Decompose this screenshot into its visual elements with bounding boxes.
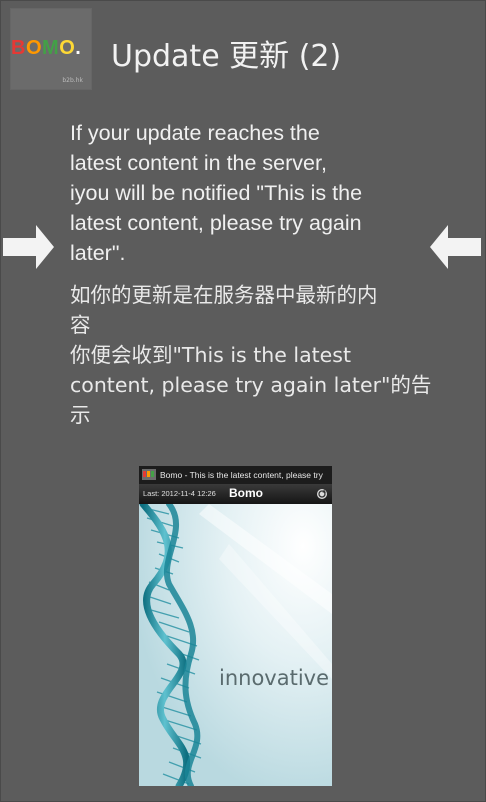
image-caption: innovative — [219, 666, 330, 690]
tutorial-page: BOMO. b2b.hk Update 更新 (2) If your updat… — [0, 0, 486, 802]
description-line: latest content, please try again — [70, 211, 362, 235]
description-line: 示 — [70, 403, 91, 427]
description-line: 容 — [70, 313, 91, 337]
description-chinese: 如你的更新是在服务器中最新的内 容 你便会收到"This is the late… — [70, 280, 440, 430]
refresh-icon — [317, 489, 327, 499]
logo-subtext: b2b.hk — [62, 77, 83, 84]
bomo-logo: BOMO. b2b.hk — [11, 9, 91, 89]
description-line: iyou will be notified "This is the — [70, 181, 363, 205]
app-screenshot: Bomo - This is the latest content, pleas… — [139, 466, 332, 786]
app-title: Bomo — [229, 486, 263, 500]
description-english: If your update reaches the latest conten… — [70, 118, 440, 268]
logo-wordmark: BOMO. — [11, 37, 82, 59]
notification-bar: Bomo - This is the latest content, pleas… — [139, 466, 332, 484]
notification-text: Bomo - This is the latest content, pleas… — [160, 470, 323, 480]
mini-logo-icon — [142, 469, 156, 481]
dna-helix-image — [139, 504, 332, 786]
description-line: later". — [70, 241, 126, 265]
page-title: Update 更新 (2) — [111, 39, 342, 74]
description-line: 你便会收到"This is the latest — [70, 343, 352, 367]
description-line: 如你的更新是在服务器中最新的内 — [70, 283, 378, 307]
last-updated-text: Last: 2012-11-4 12:26 — [143, 489, 216, 498]
arrow-right-icon[interactable] — [3, 223, 55, 271]
app-action-bar: Last: 2012-11-4 12:26 Bomo — [139, 484, 332, 504]
description-line: latest content in the server, — [70, 151, 327, 175]
description-line: If your update reaches the — [70, 121, 320, 145]
description-line: content, please try again later"的告 — [70, 373, 432, 397]
